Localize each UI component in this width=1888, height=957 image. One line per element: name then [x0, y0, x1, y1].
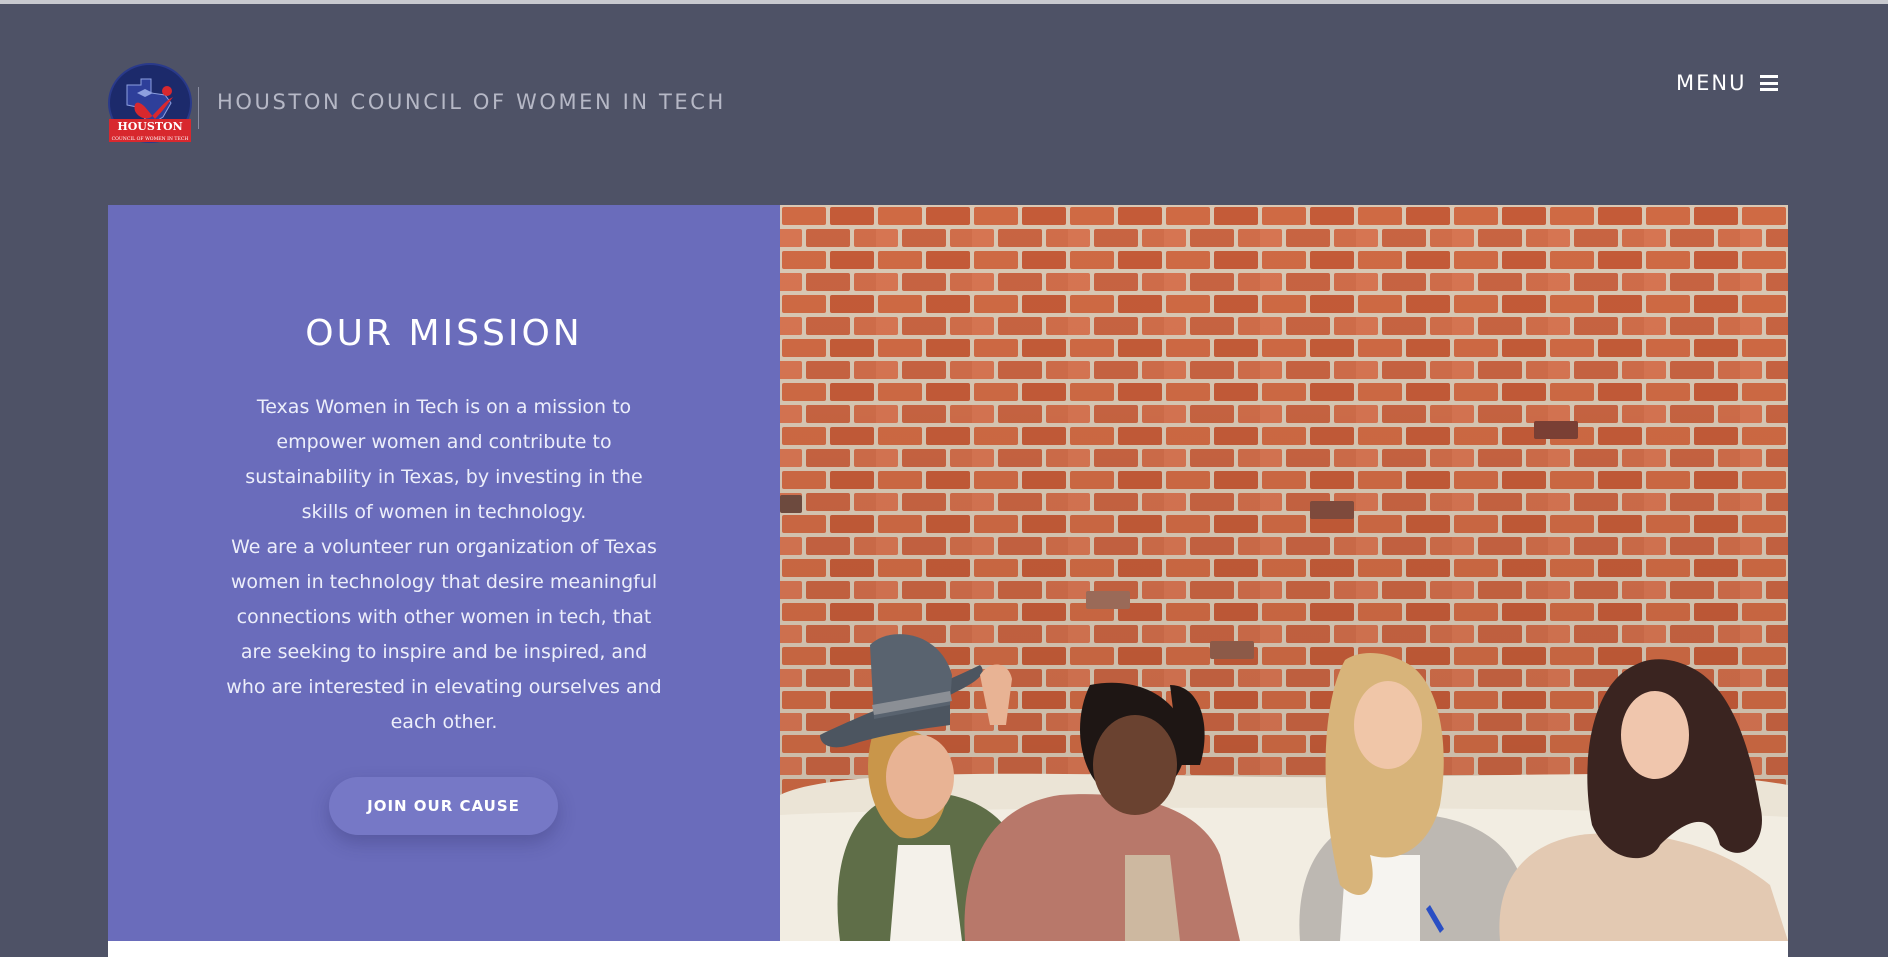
- logo-divider: [198, 87, 199, 129]
- mission-heading: OUR MISSION: [305, 313, 583, 354]
- hamburger-icon: [1760, 75, 1779, 91]
- hero-photo: [780, 205, 1788, 941]
- mission-text: Texas Women in Tech is on a mission to e…: [224, 390, 664, 740]
- menu-button[interactable]: MENU: [1676, 68, 1779, 98]
- group-photo-image: [780, 205, 1788, 941]
- houston-council-logo-icon: HOUSTON COUNCIL OF WOMEN IN TECH: [108, 63, 192, 143]
- next-section-edge: [108, 941, 1788, 957]
- mission-section: OUR MISSION Texas Women in Tech is on a …: [108, 205, 780, 941]
- join-our-cause-button[interactable]: JOIN OUR CAUSE: [329, 777, 558, 835]
- site-header: HOUSTON COUNCIL OF WOMEN IN TECH HOUSTON…: [0, 4, 1888, 204]
- mission-paragraph-2: We are a volunteer run organization of T…: [226, 536, 662, 733]
- mission-paragraph-1: Texas Women in Tech is on a mission to e…: [245, 396, 643, 523]
- site-logo[interactable]: HOUSTON COUNCIL OF WOMEN IN TECH: [107, 63, 193, 147]
- site-title[interactable]: HOUSTON COUNCIL OF WOMEN IN TECH: [217, 90, 726, 114]
- logo-subtext: COUNCIL OF WOMEN IN TECH: [112, 136, 189, 142]
- logo-text: HOUSTON: [117, 120, 182, 133]
- menu-label: MENU: [1676, 71, 1747, 95]
